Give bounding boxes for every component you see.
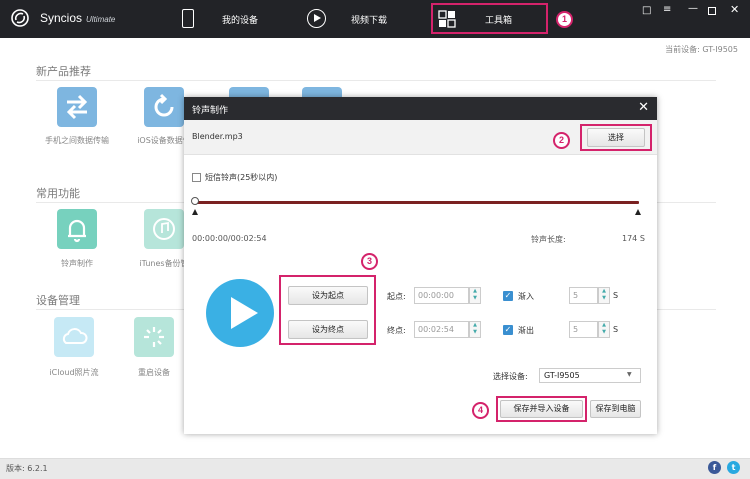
start-time-input[interactable]: 00:00:00 [414,287,469,304]
nav-video-download[interactable]: 视频下载 [351,13,387,26]
nav-toolbox[interactable]: 工具箱 [485,13,512,26]
choose-file-button[interactable]: 选择 [587,128,645,147]
step-badge-3: 3 [361,253,378,270]
dialog-close-icon[interactable]: ✕ [638,100,649,115]
app-edition: Ultimate [86,15,116,24]
toolbox-icon[interactable] [438,10,456,28]
twitter-icon[interactable]: t [727,461,740,474]
ringtone-length-value: 174 S [622,234,645,243]
fade-in-input[interactable]: 5 [569,287,598,304]
save-and-import-button[interactable]: 保存并导入设备 [500,400,583,418]
set-end-button[interactable]: 设为终点 [288,320,368,339]
end-label: 终点: [387,326,406,335]
time-readout: 00:00:00/00:02:54 [192,234,267,243]
short-ringtone-label: 短信铃声(25秒以内) [205,173,278,182]
maximize-icon[interactable] [708,7,716,15]
start-marker-icon[interactable] [192,209,198,215]
fade-out-label: 渐出 [518,326,534,335]
syncios-logo-icon [11,9,29,27]
step-badge-4: 4 [472,402,489,419]
end-marker-icon[interactable] [635,209,641,215]
start-label: 起点: [387,292,406,301]
end-time-stepper[interactable]: ▲ ▼ [469,321,481,338]
select-device-label: 选择设备: [493,372,528,381]
save-to-pc-button[interactable]: 保存到电脑 [590,400,641,418]
fade-out-input[interactable]: 5 [569,321,598,338]
step-badge-2: 2 [553,132,570,149]
app-brand: Syncios Ultimate [40,11,115,25]
fade-in-unit: S [613,291,619,300]
ringtone-length-label: 铃声长度: [531,235,566,244]
ringtone-maker-dialog: 铃声制作 ✕ Blender.mp3 2 选择 短信铃声(25秒以内) 00:0… [184,97,657,434]
step-badge-1: 1 [556,11,573,28]
fade-out-checkbox[interactable]: ✓ [503,325,513,335]
end-time-input[interactable]: 00:02:54 [414,321,469,338]
fade-in-label: 渐入 [518,292,534,301]
menu-icon[interactable]: ≡ [663,4,671,15]
version-label: 版本: 6.2.1 [6,464,48,473]
app-name: Syncios [40,11,83,25]
short-ringtone-checkbox[interactable] [192,173,201,182]
play-button[interactable] [206,279,274,347]
status-bar [0,458,750,479]
file-name: Blender.mp3 [192,132,243,141]
phone-icon[interactable] [182,9,194,28]
audio-track-slider[interactable] [194,201,639,204]
fade-in-stepper[interactable]: ▲ ▼ [598,287,610,304]
start-time-stepper[interactable]: ▲ ▼ [469,287,481,304]
set-start-button[interactable]: 设为起点 [288,286,368,305]
select-device-dropdown[interactable]: GT-I9505 [539,368,641,383]
chevron-down-icon[interactable]: ▼ [627,371,632,378]
close-icon[interactable]: ✕ [730,3,739,16]
play-circle-icon[interactable] [307,9,326,28]
chat-icon[interactable]: □ [642,5,651,16]
fade-out-stepper[interactable]: ▲ ▼ [598,321,610,338]
dialog-header [184,97,657,120]
dialog-title: 铃声制作 [192,106,229,116]
playhead-handle[interactable] [191,197,199,205]
fade-in-checkbox[interactable]: ✓ [503,291,513,301]
fade-out-unit: S [613,325,619,334]
nav-my-device[interactable]: 我的设备 [222,13,258,26]
facebook-icon[interactable]: f [708,461,721,474]
minimize-icon[interactable]: — [688,3,698,14]
